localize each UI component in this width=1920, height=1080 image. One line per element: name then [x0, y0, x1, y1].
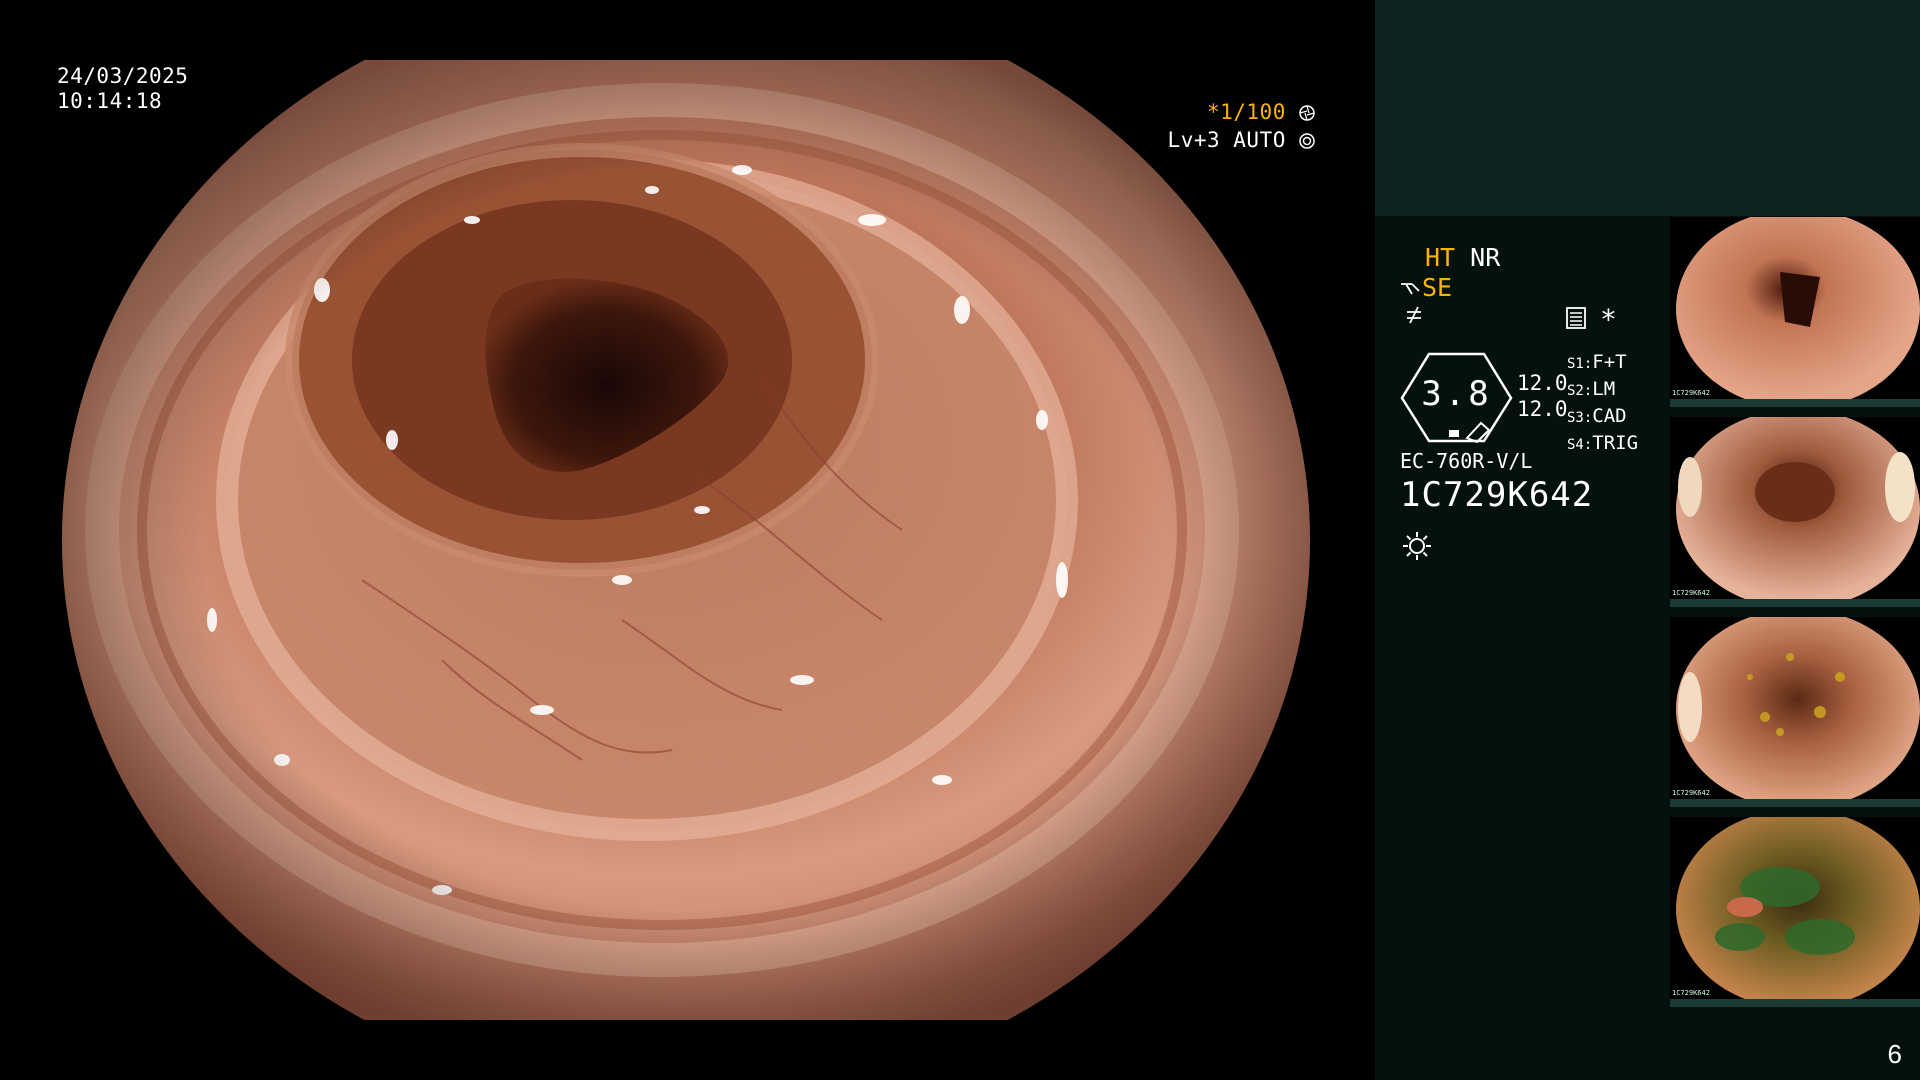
gauge-value: 3.8 — [1421, 374, 1492, 414]
thumbnail-bar — [1670, 799, 1920, 807]
thumbnail-serial: 1C729K642 — [1672, 589, 1710, 597]
structure-enhance-icon — [1401, 283, 1420, 295]
time-text: 10:14:18 — [57, 89, 163, 113]
level-mode-readout: Lv+3 AUTO — [1168, 128, 1315, 153]
light-source-icon — [1401, 530, 1433, 562]
scope-switch-list: S1:F+T S2:LM S3:CAD S4:TRIG — [1567, 350, 1638, 458]
thumbnail-serial: 1C729K642 — [1672, 789, 1710, 797]
nr-label: NR — [1470, 243, 1501, 272]
date-text: 24/03/2025 — [57, 64, 189, 88]
switch-item: S4:TRIG — [1567, 432, 1639, 454]
thumbnail-1[interactable]: 1C729K642 — [1670, 217, 1920, 407]
thumbnail-4[interactable]: 1C729K642 — [1670, 817, 1920, 1007]
switch-item: S1:F+T — [1567, 351, 1627, 373]
thumbnail-2[interactable]: 1C729K642 — [1670, 417, 1920, 607]
right-info-panel: HT NR SE * 3.8 12.0 12.0 S1:F+T S2:LM S3 — [1375, 0, 1920, 1080]
star-indicator: * — [1600, 303, 1617, 336]
sub-value-2: 12.0 — [1517, 397, 1568, 421]
thumbnail-bar — [1670, 599, 1920, 607]
zoom-gauge: 3.8 — [1399, 350, 1514, 445]
thumbnail-3[interactable]: 1C729K642 — [1670, 617, 1920, 807]
thumbnail-bar — [1670, 999, 1920, 1007]
sub-values: 12.0 12.0 — [1517, 370, 1568, 422]
switch-item: S2:LM — [1567, 378, 1616, 400]
page-number: 6 — [1887, 1039, 1902, 1069]
scope-model: EC-760R-V/L — [1400, 449, 1533, 473]
scope-serial: 1C729K642 — [1400, 475, 1594, 515]
se-label: SE — [1422, 273, 1453, 302]
shutter-readout: *1/100 — [1207, 100, 1315, 125]
iris-icon — [1299, 133, 1315, 149]
aperture-icon — [1299, 105, 1315, 121]
date-time-readout: 24/03/2025 10:14:18 — [57, 64, 188, 114]
ht-nr-indicator: HT NR — [1425, 243, 1500, 273]
panel-header-area — [1375, 0, 1920, 216]
se-indicator: SE — [1400, 273, 1452, 303]
shutter-text: *1/100 — [1206, 100, 1286, 124]
level-mode-text: Lv+3 AUTO — [1167, 128, 1286, 152]
switch-item: S3:CAD — [1567, 405, 1627, 427]
document-icon — [1565, 306, 1587, 330]
color-tone-icon — [1403, 302, 1425, 332]
sub-value-1: 12.0 — [1517, 371, 1568, 395]
endoscope-main-view — [62, 60, 1310, 1020]
thumbnail-serial: 1C729K642 — [1672, 389, 1710, 397]
ht-label: HT — [1425, 243, 1456, 272]
thumbnail-serial: 1C729K642 — [1672, 989, 1710, 997]
thumbnail-bar — [1670, 399, 1920, 407]
